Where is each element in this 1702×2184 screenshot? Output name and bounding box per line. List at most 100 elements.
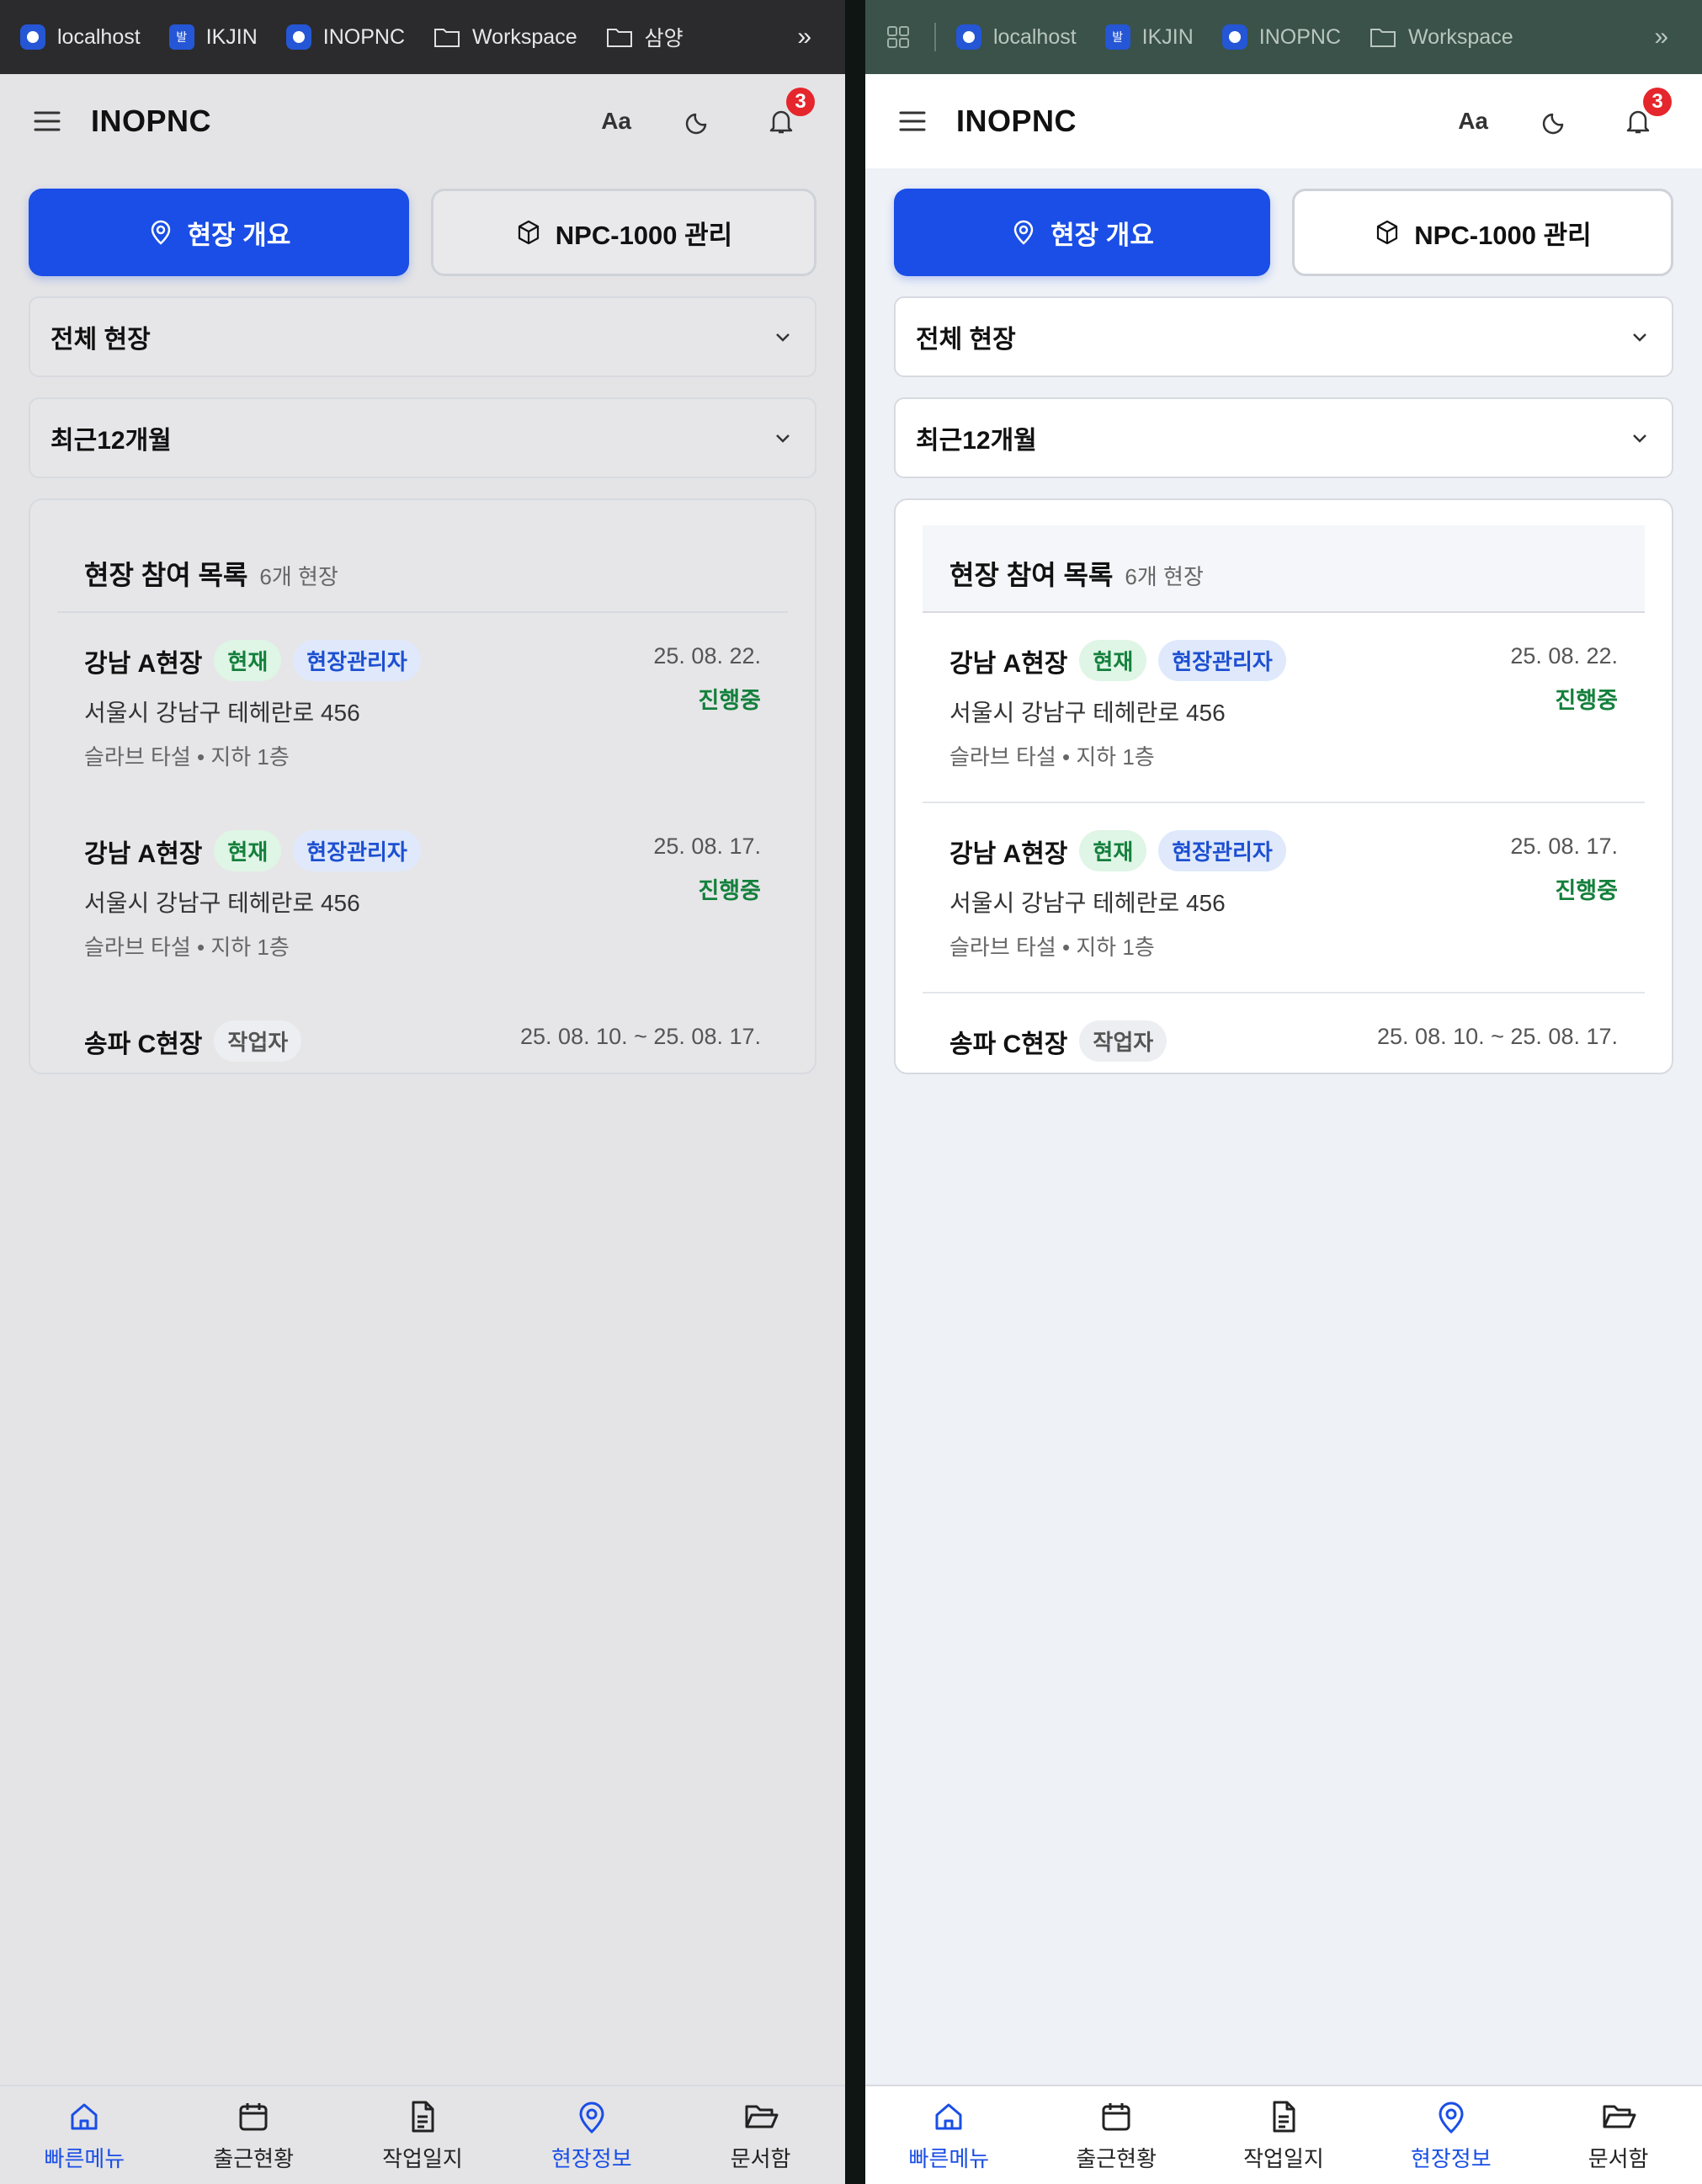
nav-quick-menu[interactable]: 빠른메뉴	[865, 2086, 1033, 2184]
nav-label: 현장정보	[1410, 2145, 1492, 2171]
site-filter-select[interactable]: 전체 현장	[894, 296, 1673, 377]
site-date: 25. 08. 10. ~ 25. 08. 17.	[520, 1024, 761, 1049]
list-item[interactable]: 강남 A현장 현재 현장관리자 서울시 강남구 테헤란로 456 슬라브 타설 …	[57, 613, 788, 803]
status-badge: 현재	[1079, 830, 1147, 871]
nav-attendance[interactable]: 출근현황	[169, 2086, 338, 2184]
app-favicon	[20, 24, 45, 50]
work-detail: 슬라브 타설 • 지하 1층	[949, 935, 1155, 960]
nav-quick-menu[interactable]: 빠른메뉴	[0, 2086, 169, 2184]
right-browser-pane: localhost 발 IKJIN INOPNC Workspace » INO…	[865, 0, 1702, 2184]
work-detail: 슬라브 타설 • 지하 1층	[84, 744, 290, 770]
nav-documents[interactable]: 문서함	[676, 2086, 845, 2184]
moon-icon[interactable]	[683, 106, 714, 136]
bookmark-samyang[interactable]: 삼양	[606, 22, 683, 52]
nav-site-info[interactable]: 현장정보	[507, 2086, 676, 2184]
role-badge: 작업자	[1079, 1020, 1167, 1062]
chevron-down-icon	[776, 434, 790, 443]
site-date: 25. 08. 22.	[1510, 643, 1618, 669]
ikjin-favicon: 발	[168, 24, 194, 50]
app-favicon	[1221, 24, 1247, 50]
bookmark-divider	[934, 23, 936, 51]
list-item[interactable]: 송파 C현장 작업자 25. 08. 10. ~ 25. 08. 17.	[923, 993, 1645, 1073]
select-value: 최근12개월	[916, 427, 1037, 455]
cube-icon	[518, 220, 539, 245]
font-size-toggle[interactable]: Aa	[601, 108, 631, 135]
folder-open-icon	[745, 2105, 779, 2128]
bookmark-label: Workspace	[1408, 24, 1513, 49]
map-pin-icon	[579, 2101, 604, 2133]
site-date: 25. 08. 22.	[653, 643, 761, 669]
folder-icon	[1370, 29, 1396, 47]
bookmark-localhost[interactable]: localhost	[20, 24, 141, 50]
bookmark-overflow-button[interactable]: »	[1654, 23, 1668, 51]
site-date: 25. 08. 17.	[1510, 834, 1618, 859]
nav-label: 현장정보	[550, 2145, 632, 2171]
period-filter-select[interactable]: 최근12개월	[29, 397, 816, 478]
tab-label: NPC-1000 관리	[1414, 220, 1592, 250]
nav-label: 출근현황	[213, 2145, 295, 2171]
folder-icon	[434, 29, 460, 47]
bookmark-ikjin[interactable]: 발 IKJIN	[1104, 24, 1194, 50]
nav-work-log[interactable]: 작업일지	[338, 2086, 508, 2184]
bookmark-ikjin[interactable]: 발 IKJIN	[168, 24, 258, 50]
bookmark-inopnc[interactable]: INOPNC	[285, 24, 405, 50]
document-icon	[1273, 2101, 1295, 2132]
site-address: 서울시 강남구 테헤란로 456	[84, 890, 360, 916]
app-header: INOPNC Aa 3	[865, 74, 1702, 168]
document-icon	[412, 2101, 434, 2132]
list-item[interactable]: 송파 C현장 작업자 25. 08. 10. ~ 25. 08. 17.	[57, 993, 788, 1073]
work-detail: 슬라브 타설 • 지하 1층	[949, 744, 1155, 770]
status-badge: 현재	[214, 830, 282, 871]
tab-npc-manage[interactable]: NPC-1000 관리	[431, 189, 816, 276]
nav-documents[interactable]: 문서함	[1534, 2086, 1702, 2184]
notification-button[interactable]: 3	[766, 88, 815, 136]
bookmark-overflow-button[interactable]: »	[797, 23, 811, 51]
tab-site-overview[interactable]: 현장 개요	[29, 189, 409, 276]
bookmark-workspace[interactable]: Workspace	[433, 25, 577, 50]
site-list-card: 현장 참여 목록 6개 현장 강남 A현장 현재 현장관리자 서울시 강남구 테…	[29, 498, 816, 1074]
calendar-icon	[1102, 2102, 1130, 2130]
tab-site-overview[interactable]: 현장 개요	[894, 189, 1270, 276]
site-date: 25. 08. 17.	[653, 834, 761, 859]
list-item[interactable]: 강남 A현장 현재 현장관리자 서울시 강남구 테헤란로 456 슬라브 타설 …	[57, 803, 788, 993]
bookmark-inopnc[interactable]: INOPNC	[1221, 24, 1342, 50]
bookmark-label: INOPNC	[1258, 24, 1342, 49]
chevron-down-icon	[776, 333, 790, 342]
app-favicon	[285, 24, 311, 50]
background-window-edge	[845, 0, 865, 2184]
folder-icon	[606, 29, 632, 47]
select-value: 전체 현장	[51, 326, 151, 354]
list-item[interactable]: 강남 A현장 현재 현장관리자 서울시 강남구 테헤란로 456 슬라브 타설 …	[923, 803, 1645, 993]
site-filter-select[interactable]: 전체 현장	[29, 296, 816, 377]
nav-site-info[interactable]: 현장정보	[1367, 2086, 1534, 2184]
role-badge: 현장관리자	[293, 640, 421, 681]
menu-icon[interactable]	[896, 104, 929, 138]
site-name: 강남 A현장	[949, 839, 1068, 868]
progress-status: 진행중	[698, 878, 761, 903]
nav-attendance[interactable]: 출근현황	[1033, 2086, 1200, 2184]
status-badge: 현재	[214, 640, 282, 681]
role-badge: 현장관리자	[1158, 640, 1286, 681]
nav-work-log[interactable]: 작업일지	[1200, 2086, 1368, 2184]
bookmark-label: IKJIN	[1141, 24, 1194, 49]
bookmark-workspace[interactable]: Workspace	[1370, 25, 1513, 50]
bookmark-localhost[interactable]: localhost	[956, 24, 1077, 50]
tab-label: NPC-1000 관리	[555, 220, 733, 250]
site-date: 25. 08. 10. ~ 25. 08. 17.	[1377, 1024, 1618, 1049]
apps-grid-icon[interactable]	[886, 24, 911, 50]
tab-npc-manage[interactable]: NPC-1000 관리	[1292, 189, 1673, 276]
site-list-title: 현장 참여 목록	[84, 560, 248, 590]
tab-label: 현장 개요	[187, 220, 291, 250]
moon-icon[interactable]	[1540, 106, 1571, 136]
menu-icon[interactable]	[30, 104, 64, 138]
progress-status: 진행중	[1555, 688, 1618, 713]
map-pin-icon	[1013, 220, 1034, 245]
notification-badge: 3	[786, 88, 815, 116]
list-item[interactable]: 강남 A현장 현재 현장관리자 서울시 강남구 테헤란로 456 슬라브 타설 …	[923, 613, 1645, 803]
cube-icon	[1377, 220, 1398, 245]
notification-button[interactable]: 3	[1623, 88, 1672, 136]
period-filter-select[interactable]: 최근12개월	[894, 397, 1673, 478]
font-size-toggle[interactable]: Aa	[1458, 108, 1488, 135]
bottom-nav: 빠른메뉴 출근현황 작업일지 현장정보 문서함	[0, 2085, 845, 2184]
site-list-header: 현장 참여 목록 6개 현장	[923, 525, 1645, 613]
